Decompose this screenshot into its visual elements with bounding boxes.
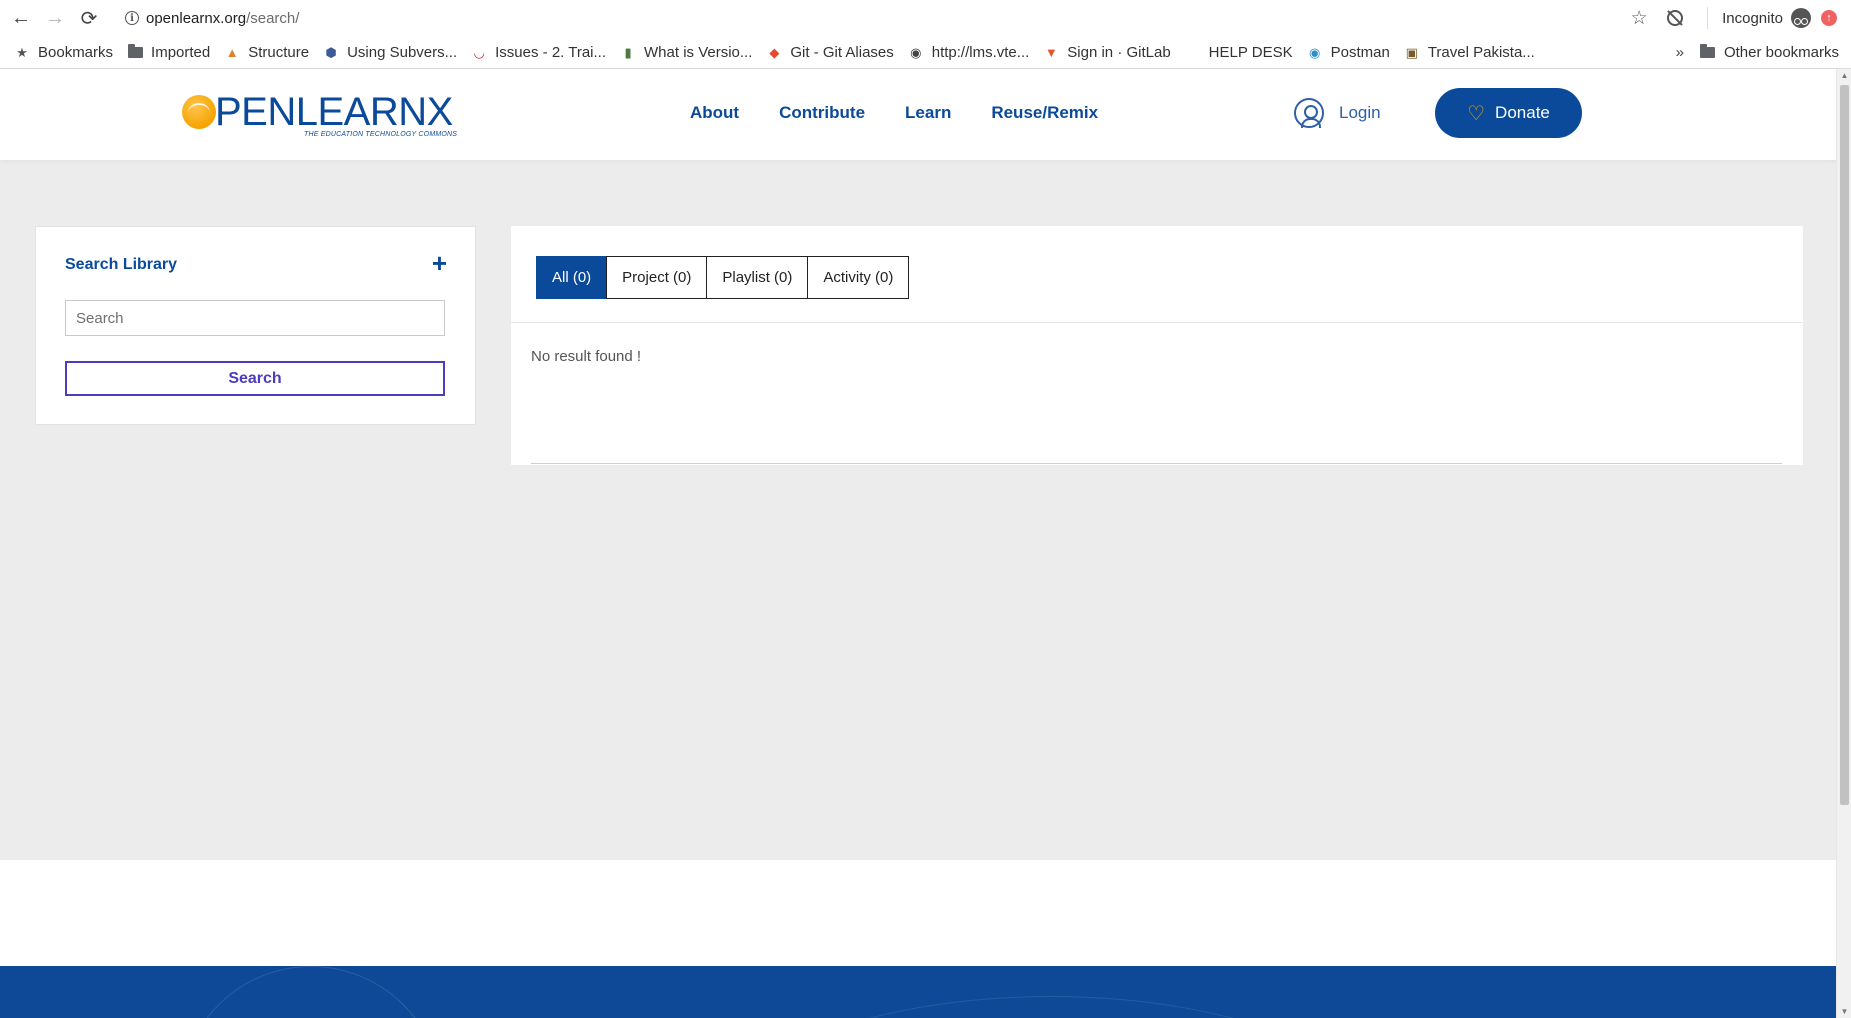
site-header: PENLEARNX THE EDUCATION TECHNOLOGY COMMO… <box>0 69 1836 160</box>
browser-chrome: ← → ⟳ i openlearnx.org/search/ ☆ Incogni… <box>0 0 1851 69</box>
gitlab-icon: ▼ <box>1044 45 1058 60</box>
bookmark-issues[interactable]: ◡ Issues - 2. Trai... <box>471 44 606 61</box>
update-icon[interactable]: ↑ <box>1821 10 1837 26</box>
url-path: /search/ <box>246 9 300 27</box>
bookmark-label: Travel Pakista... <box>1427 44 1535 61</box>
reload-icon[interactable]: ⟳ <box>72 1 106 35</box>
tab-activity[interactable]: Activity (0) <box>807 256 910 299</box>
page-scrollbar[interactable]: ▲ ▼ <box>1836 69 1851 1018</box>
bookmark-git-aliases[interactable]: ◆ Git - Git Aliases <box>766 44 893 61</box>
tab-playlist[interactable]: Playlist (0) <box>706 256 809 299</box>
bookmarks-right: » Other bookmarks <box>1676 36 1839 69</box>
nav-learn[interactable]: Learn <box>905 103 951 123</box>
bookmark-label: Bookmarks <box>38 44 114 61</box>
tab-all[interactable]: All (0) <box>536 256 608 299</box>
bookmark-label: HELP DESK <box>1208 44 1293 61</box>
heart-icon: ♡ <box>1467 102 1486 125</box>
site-logo[interactable]: PENLEARNX THE EDUCATION TECHNOLOGY COMMO… <box>182 90 457 138</box>
scroll-up-icon[interactable]: ▲ <box>1840 71 1849 80</box>
nav-contribute[interactable]: Contribute <box>779 103 865 123</box>
bookmark-lms[interactable]: ◉ http://lms.vte... <box>908 44 1030 61</box>
address-row: ← → ⟳ i openlearnx.org/search/ ☆ Incogni… <box>0 0 1851 36</box>
empty-message: No result found ! <box>531 348 642 365</box>
login-link[interactable]: Login <box>1294 98 1381 128</box>
cube-icon: ⬢ <box>325 44 337 60</box>
bookmark-postman[interactable]: ◉ Postman <box>1307 44 1390 61</box>
logo-text: PENLEARNX <box>215 90 453 134</box>
bookmarks-bar: ★ Bookmarks Imported ▲ Structure ⬢ Using… <box>0 36 1851 69</box>
redmine-icon: ◡ <box>473 44 485 60</box>
back-icon[interactable]: ← <box>4 1 38 35</box>
structure-icon: ▲ <box>225 45 239 60</box>
main-nav: About Contribute Learn Reuse/Remix <box>690 103 1138 123</box>
divider <box>511 322 1803 323</box>
url-bar[interactable]: openlearnx.org/search/ <box>146 10 299 27</box>
nav-buttons: ← → ⟳ <box>4 1 106 35</box>
extension-icon[interactable] <box>1657 10 1693 26</box>
donate-label: Donate <box>1495 103 1550 122</box>
address-right-controls: ☆ Incognito ↑ <box>1621 0 1851 36</box>
scroll-thumb[interactable] <box>1840 85 1849 805</box>
bookmark-label: Sign in · GitLab <box>1067 44 1171 61</box>
bookmark-star-icon[interactable]: ☆ <box>1621 7 1657 30</box>
bookmark-bookmarks[interactable]: ★ Bookmarks <box>14 44 113 61</box>
user-icon <box>1294 98 1324 128</box>
globe-color-icon: ◉ <box>1308 44 1321 60</box>
donate-button[interactable]: ♡ Donate <box>1435 88 1582 138</box>
login-label: Login <box>1339 103 1381 122</box>
url-domain: openlearnx.org <box>146 9 247 27</box>
site-info-icon[interactable]: i <box>118 11 146 25</box>
bookmark-label: Using Subvers... <box>347 44 458 61</box>
search-library-title: Search Library <box>65 256 178 273</box>
star-icon: ★ <box>16 44 28 60</box>
bookmark-label: Issues - 2. Trai... <box>495 44 607 61</box>
book-icon: ▮ <box>624 44 632 60</box>
site-footer <box>0 966 1836 1018</box>
bookmark-structure[interactable]: ▲ Structure <box>224 44 309 61</box>
nav-reuse-remix[interactable]: Reuse/Remix <box>991 103 1098 123</box>
travel-icon: ▣ <box>1405 44 1418 60</box>
incognito-label[interactable]: Incognito <box>1722 10 1783 27</box>
footer-spacer <box>0 860 1836 966</box>
bookmark-label: http://lms.vte... <box>931 44 1030 61</box>
scroll-down-icon[interactable]: ▼ <box>1840 1007 1849 1016</box>
result-tabs: All (0) Project (0) Playlist (0) Activit… <box>536 256 910 299</box>
bookmark-label: Structure <box>248 44 310 61</box>
search-button[interactable]: Search <box>65 361 445 396</box>
logo-o-icon <box>182 95 216 129</box>
more-bookmarks-icon[interactable]: » <box>1676 44 1684 61</box>
forward-icon[interactable]: → <box>38 1 72 35</box>
bookmark-travel[interactable]: ▣ Travel Pakista... <box>1404 44 1535 61</box>
bookmark-label: What is Versio... <box>644 44 753 61</box>
bookmark-label: Imported <box>151 44 211 61</box>
expand-plus-icon[interactable]: + <box>432 249 447 277</box>
bookmark-label: Git - Git Aliases <box>790 44 894 61</box>
logo-subtitle: THE EDUCATION TECHNOLOGY COMMONS <box>304 131 458 138</box>
bookmark-subversion[interactable]: ⬢ Using Subvers... <box>323 44 457 61</box>
search-library-panel: Search Library + Search <box>35 226 476 425</box>
git-icon: ◆ <box>769 44 780 60</box>
nav-about[interactable]: About <box>690 103 739 123</box>
folder-icon <box>1700 44 1716 61</box>
other-bookmarks[interactable]: Other bookmarks <box>1700 44 1839 61</box>
incognito-icon[interactable] <box>1791 8 1811 28</box>
bookmark-gitlab[interactable]: ▼ Sign in · GitLab <box>1043 44 1171 61</box>
page: PENLEARNX THE EDUCATION TECHNOLOGY COMMO… <box>0 69 1836 1018</box>
other-bookmarks-label: Other bookmarks <box>1723 44 1839 61</box>
folder-icon <box>127 44 143 61</box>
globe-icon: ◉ <box>910 44 922 60</box>
divider <box>1707 7 1709 29</box>
search-input[interactable] <box>65 300 445 336</box>
bookmark-imported[interactable]: Imported <box>127 44 210 61</box>
divider <box>531 463 1782 464</box>
bookmark-label: Postman <box>1330 44 1390 61</box>
tab-project[interactable]: Project (0) <box>606 256 708 299</box>
bookmark-versioning[interactable]: ▮ What is Versio... <box>620 44 752 61</box>
bookmark-help-desk[interactable]: HELP DESK <box>1209 44 1293 61</box>
results-panel: All (0) Project (0) Playlist (0) Activit… <box>511 226 1803 465</box>
